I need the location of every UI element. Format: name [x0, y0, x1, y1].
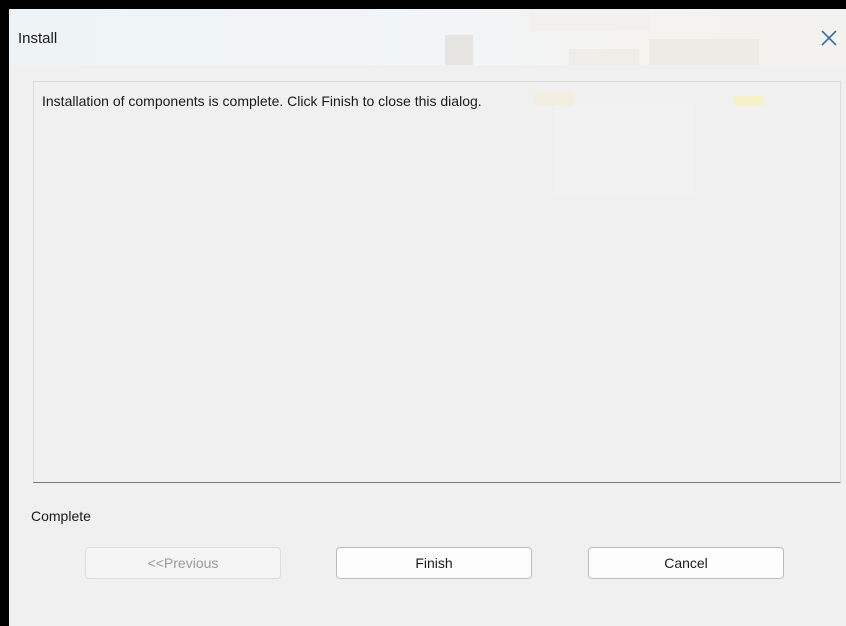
titlebar-background-artifact	[529, 9, 649, 31]
previous-button[interactable]: <<Previous	[85, 547, 281, 579]
panel-background-artifact	[554, 104, 694, 194]
cancel-button[interactable]: Cancel	[588, 547, 784, 579]
completion-message: Installation of components is complete. …	[42, 93, 482, 109]
window-title: Install	[18, 30, 58, 47]
close-button[interactable]	[812, 22, 846, 54]
finish-button[interactable]: Finish	[336, 547, 532, 579]
panel-background-artifact	[534, 92, 574, 106]
panel-background-artifact	[734, 96, 764, 106]
install-dialog: Install Installation of components is co…	[9, 9, 846, 626]
message-panel: Installation of components is complete. …	[33, 81, 841, 483]
titlebar-background-artifact	[649, 39, 759, 65]
status-label: Complete	[31, 508, 91, 524]
close-icon	[821, 30, 837, 46]
titlebar-background-artifact	[445, 35, 473, 65]
titlebar-background-artifact	[569, 49, 639, 65]
title-bar[interactable]: Install	[9, 9, 846, 65]
